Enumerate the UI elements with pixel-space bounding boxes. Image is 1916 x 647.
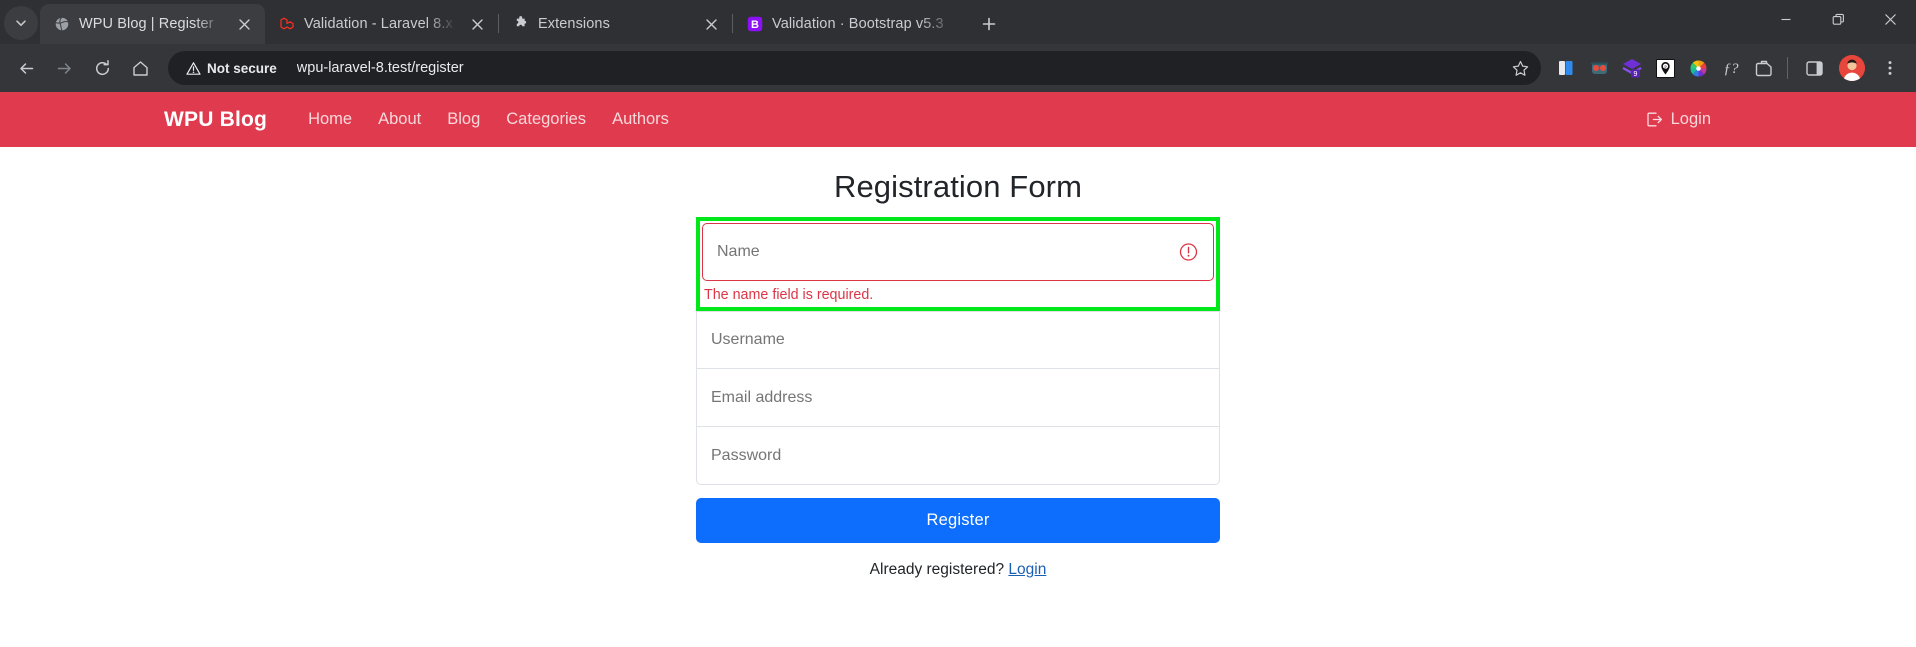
arrow-left-icon bbox=[17, 59, 36, 78]
svg-text:9: 9 bbox=[1634, 71, 1638, 78]
site-navbar: WPU Blog Home About Blog Categories Auth… bbox=[0, 92, 1916, 147]
home-icon bbox=[131, 59, 150, 78]
side-panel-button[interactable] bbox=[1796, 50, 1832, 86]
tab-title: WPU Blog | Register bbox=[79, 16, 224, 32]
tab-title: Extensions bbox=[538, 16, 691, 32]
tab-close-icon[interactable] bbox=[700, 13, 722, 35]
chrome-menu-button[interactable] bbox=[1872, 50, 1908, 86]
arrow-right-icon bbox=[55, 59, 74, 78]
already-registered-text: Already registered? Login bbox=[696, 561, 1220, 579]
page-title: Registration Form bbox=[696, 169, 1220, 205]
window-close-button[interactable] bbox=[1864, 0, 1916, 38]
restore-icon bbox=[1832, 13, 1845, 26]
bootstrap-icon: B bbox=[746, 16, 763, 33]
browser-toolbar: Not secure wpu-laravel-8.test/register bbox=[0, 44, 1916, 92]
box-arrow-right-icon bbox=[1646, 111, 1663, 128]
tab-close-icon[interactable] bbox=[466, 13, 488, 35]
name-field-wrapper[interactable] bbox=[702, 223, 1214, 281]
field-stack bbox=[696, 311, 1220, 485]
security-label: Not secure bbox=[207, 61, 277, 76]
warning-triangle-icon bbox=[186, 61, 201, 76]
nav-link-categories[interactable]: Categories bbox=[493, 102, 599, 137]
plus-icon bbox=[982, 17, 996, 31]
layers-extension-icon[interactable]: 9 bbox=[1617, 53, 1647, 83]
home-button[interactable] bbox=[122, 50, 158, 86]
tab-title: Validation - Laravel 8.x - The PH bbox=[304, 16, 457, 32]
fontfinder-extension-icon[interactable]: ƒ? bbox=[1716, 53, 1746, 83]
avatar bbox=[1839, 55, 1865, 81]
window-maximize-button[interactable] bbox=[1812, 0, 1864, 38]
reload-button[interactable] bbox=[84, 50, 120, 86]
window-minimize-button[interactable] bbox=[1760, 0, 1812, 38]
navbar-right: Login bbox=[1633, 102, 1724, 137]
nav-link-about[interactable]: About bbox=[365, 102, 434, 137]
tab-strip: WPU Blog | Register Validation - Laravel… bbox=[0, 0, 1916, 44]
colorpicker-extension-icon[interactable] bbox=[1683, 53, 1713, 83]
back-button[interactable] bbox=[8, 50, 44, 86]
page-viewport: WPU Blog Home About Blog Categories Auth… bbox=[0, 92, 1916, 647]
nav-link-blog[interactable]: Blog bbox=[434, 102, 493, 137]
site-security-indicator[interactable]: Not secure bbox=[182, 58, 285, 79]
goggles-extension-icon[interactable] bbox=[1584, 53, 1614, 83]
email-field-wrapper[interactable] bbox=[696, 369, 1220, 427]
svg-text:B: B bbox=[751, 19, 759, 31]
new-tab-button[interactable] bbox=[972, 7, 1006, 41]
clipboard-extension-icon[interactable] bbox=[1749, 53, 1779, 83]
kebab-menu-icon bbox=[1881, 59, 1899, 77]
puzzle-icon bbox=[512, 16, 529, 33]
reload-icon bbox=[93, 59, 112, 78]
extensions-strip: 9 P bbox=[1551, 53, 1779, 83]
reading-list-icon[interactable] bbox=[1551, 53, 1581, 83]
browser-window: WPU Blog | Register Validation - Laravel… bbox=[0, 0, 1916, 647]
highlight-annotation-box: The name field is required. bbox=[696, 217, 1220, 311]
login-link[interactable]: Login bbox=[1008, 561, 1046, 578]
browser-tab-1[interactable]: Validation - Laravel 8.x - The PH bbox=[265, 4, 498, 44]
name-input[interactable] bbox=[703, 224, 1213, 280]
url-text: wpu-laravel-8.test/register bbox=[297, 60, 1505, 76]
browser-tab-0[interactable]: WPU Blog | Register bbox=[40, 4, 265, 44]
register-submit-button[interactable]: Register bbox=[696, 498, 1220, 543]
laravel-icon bbox=[278, 16, 295, 33]
nav-link-home[interactable]: Home bbox=[295, 102, 365, 137]
postman-extension-icon[interactable]: P bbox=[1650, 53, 1680, 83]
username-input[interactable] bbox=[697, 312, 1219, 368]
close-icon bbox=[1884, 13, 1897, 26]
browser-tab-2[interactable]: Extensions bbox=[499, 4, 732, 44]
browser-tab-3[interactable]: B Validation · Bootstrap v5.3 bbox=[733, 4, 966, 44]
tab-title: Validation · Bootstrap v5.3 bbox=[772, 16, 956, 32]
already-registered-label: Already registered? bbox=[870, 561, 1004, 578]
email-input[interactable] bbox=[697, 369, 1219, 426]
window-controls bbox=[1760, 0, 1916, 44]
profile-button[interactable] bbox=[1834, 50, 1870, 86]
nav-link-authors[interactable]: Authors bbox=[599, 102, 682, 137]
tab-close-icon[interactable] bbox=[233, 13, 255, 35]
tab-search-button[interactable] bbox=[4, 6, 38, 40]
nav-login-button[interactable]: Login bbox=[1633, 102, 1724, 137]
side-panel-icon bbox=[1805, 59, 1824, 78]
minimize-icon bbox=[1780, 13, 1792, 25]
navbar-brand[interactable]: WPU Blog bbox=[164, 108, 267, 132]
password-field-wrapper[interactable] bbox=[696, 427, 1220, 485]
page-content: Registration Form The name fi bbox=[0, 147, 1916, 579]
address-bar[interactable]: Not secure wpu-laravel-8.test/register bbox=[168, 51, 1541, 85]
svg-text:ƒ?: ƒ? bbox=[1724, 61, 1740, 77]
globe-icon bbox=[53, 16, 70, 33]
username-field-wrapper[interactable] bbox=[696, 311, 1220, 369]
name-error-message: The name field is required. bbox=[702, 281, 1214, 303]
forward-button[interactable] bbox=[46, 50, 82, 86]
bookmark-star-icon[interactable] bbox=[1505, 53, 1535, 83]
navbar-links: Home About Blog Categories Authors bbox=[295, 102, 682, 137]
password-input[interactable] bbox=[697, 427, 1219, 484]
toolbar-divider bbox=[1787, 57, 1788, 79]
chevron-down-icon bbox=[15, 17, 27, 29]
svg-text:P: P bbox=[1664, 64, 1667, 69]
registration-form: Registration Form The name fi bbox=[696, 169, 1220, 579]
nav-login-label: Login bbox=[1671, 110, 1711, 129]
